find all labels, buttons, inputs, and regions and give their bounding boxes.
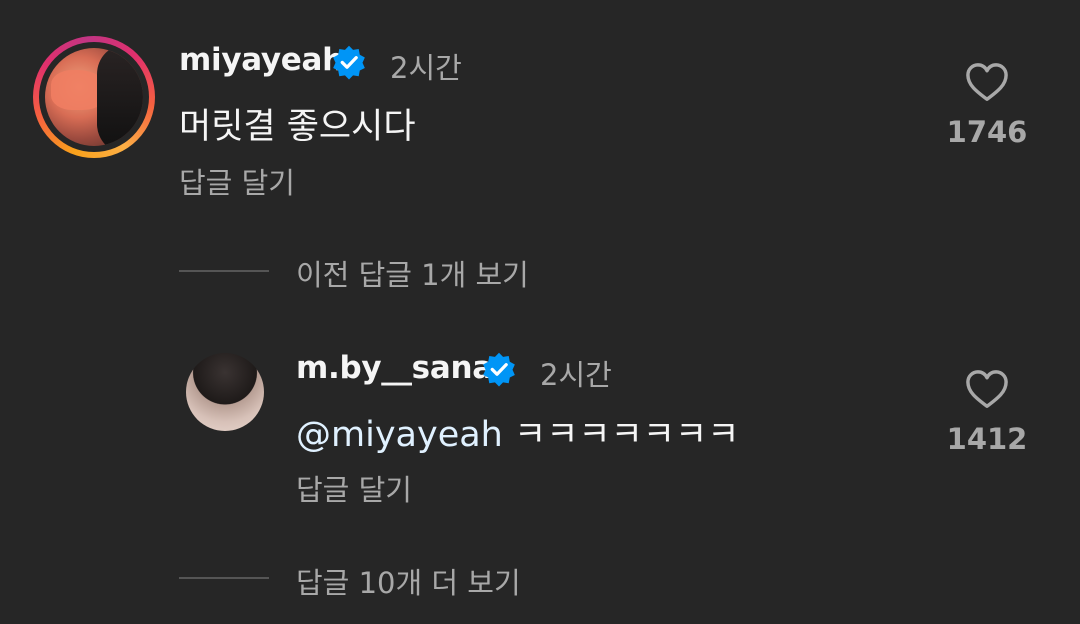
reply-button[interactable]: 답글 달기 [179, 160, 295, 202]
reply-body: ㅋㅋㅋㅋㅋㅋㅋ [514, 415, 740, 455]
thread-divider [179, 577, 269, 579]
comment-time: 2시간 [390, 51, 462, 85]
like-count: 1412 [946, 422, 1028, 456]
like-count: 1746 [946, 115, 1028, 149]
reply-text: @miyayeah ㅋㅋㅋㅋㅋㅋㅋ [296, 406, 739, 457]
reply-username[interactable]: m.by__sana [296, 350, 493, 386]
verified-badge-icon [333, 45, 365, 80]
mention-link[interactable]: @miyayeah [296, 415, 503, 455]
verified-badge-icon [483, 352, 515, 387]
reply-button[interactable]: 답글 달기 [296, 467, 412, 509]
view-previous-replies-button[interactable]: 이전 답글 1개 보기 [296, 252, 529, 294]
heart-icon[interactable] [965, 369, 1009, 409]
comment-username[interactable]: miyayeah [179, 42, 344, 78]
thread-divider [179, 270, 269, 272]
reply-avatar[interactable] [186, 353, 264, 431]
view-more-replies-button[interactable]: 답글 10개 더 보기 [296, 560, 521, 602]
reply-time: 2시간 [540, 358, 612, 392]
comment-text: 머릿결 좋으시다 [179, 107, 416, 147]
avatar[interactable] [45, 48, 143, 146]
heart-icon[interactable] [965, 62, 1009, 102]
